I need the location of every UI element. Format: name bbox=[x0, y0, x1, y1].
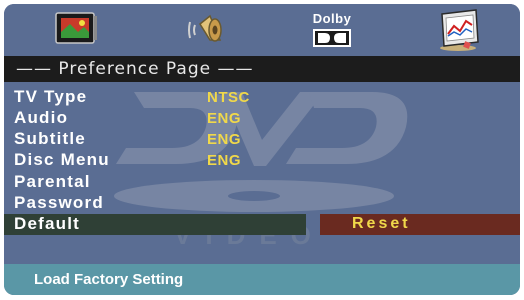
page-title-bar: —— Preference Page —— bbox=[4, 56, 520, 82]
page-title: —— Preference Page —— bbox=[16, 59, 254, 79]
dvd-setup-screen: Dolby —— Preference Page —— VIDEO Reset … bbox=[4, 4, 520, 295]
audio-value: ENG bbox=[207, 110, 242, 127]
menu-item-parental[interactable]: Parental bbox=[14, 172, 91, 192]
reset-label: Reset bbox=[352, 215, 411, 232]
menu-item-password[interactable]: Password bbox=[14, 193, 104, 213]
footer-hint: Load Factory Setting bbox=[34, 271, 184, 288]
menu-item-default[interactable]: Default bbox=[14, 214, 80, 234]
tv-picture-icon[interactable] bbox=[54, 10, 98, 50]
preference-chart-icon[interactable] bbox=[436, 8, 484, 51]
help-footer: Load Factory Setting bbox=[4, 264, 520, 295]
tv-type-value: NTSC bbox=[207, 89, 250, 106]
dolby-label: Dolby bbox=[312, 11, 352, 26]
setup-category-toolbar: Dolby bbox=[4, 4, 520, 56]
reset-option[interactable]: Reset bbox=[320, 214, 520, 235]
settings-panel: VIDEO Reset TV Type NTSC Audio ENG Subti… bbox=[4, 82, 520, 264]
menu-item-audio[interactable]: Audio bbox=[14, 108, 68, 128]
menu-item-tv-type[interactable]: TV Type bbox=[14, 87, 87, 107]
subtitle-value: ENG bbox=[207, 131, 242, 148]
speaker-audio-icon[interactable] bbox=[184, 10, 228, 50]
menu-item-subtitle[interactable]: Subtitle bbox=[14, 129, 86, 149]
menu-item-disc-menu[interactable]: Disc Menu bbox=[14, 150, 110, 170]
disc-menu-value: ENG bbox=[207, 152, 242, 169]
